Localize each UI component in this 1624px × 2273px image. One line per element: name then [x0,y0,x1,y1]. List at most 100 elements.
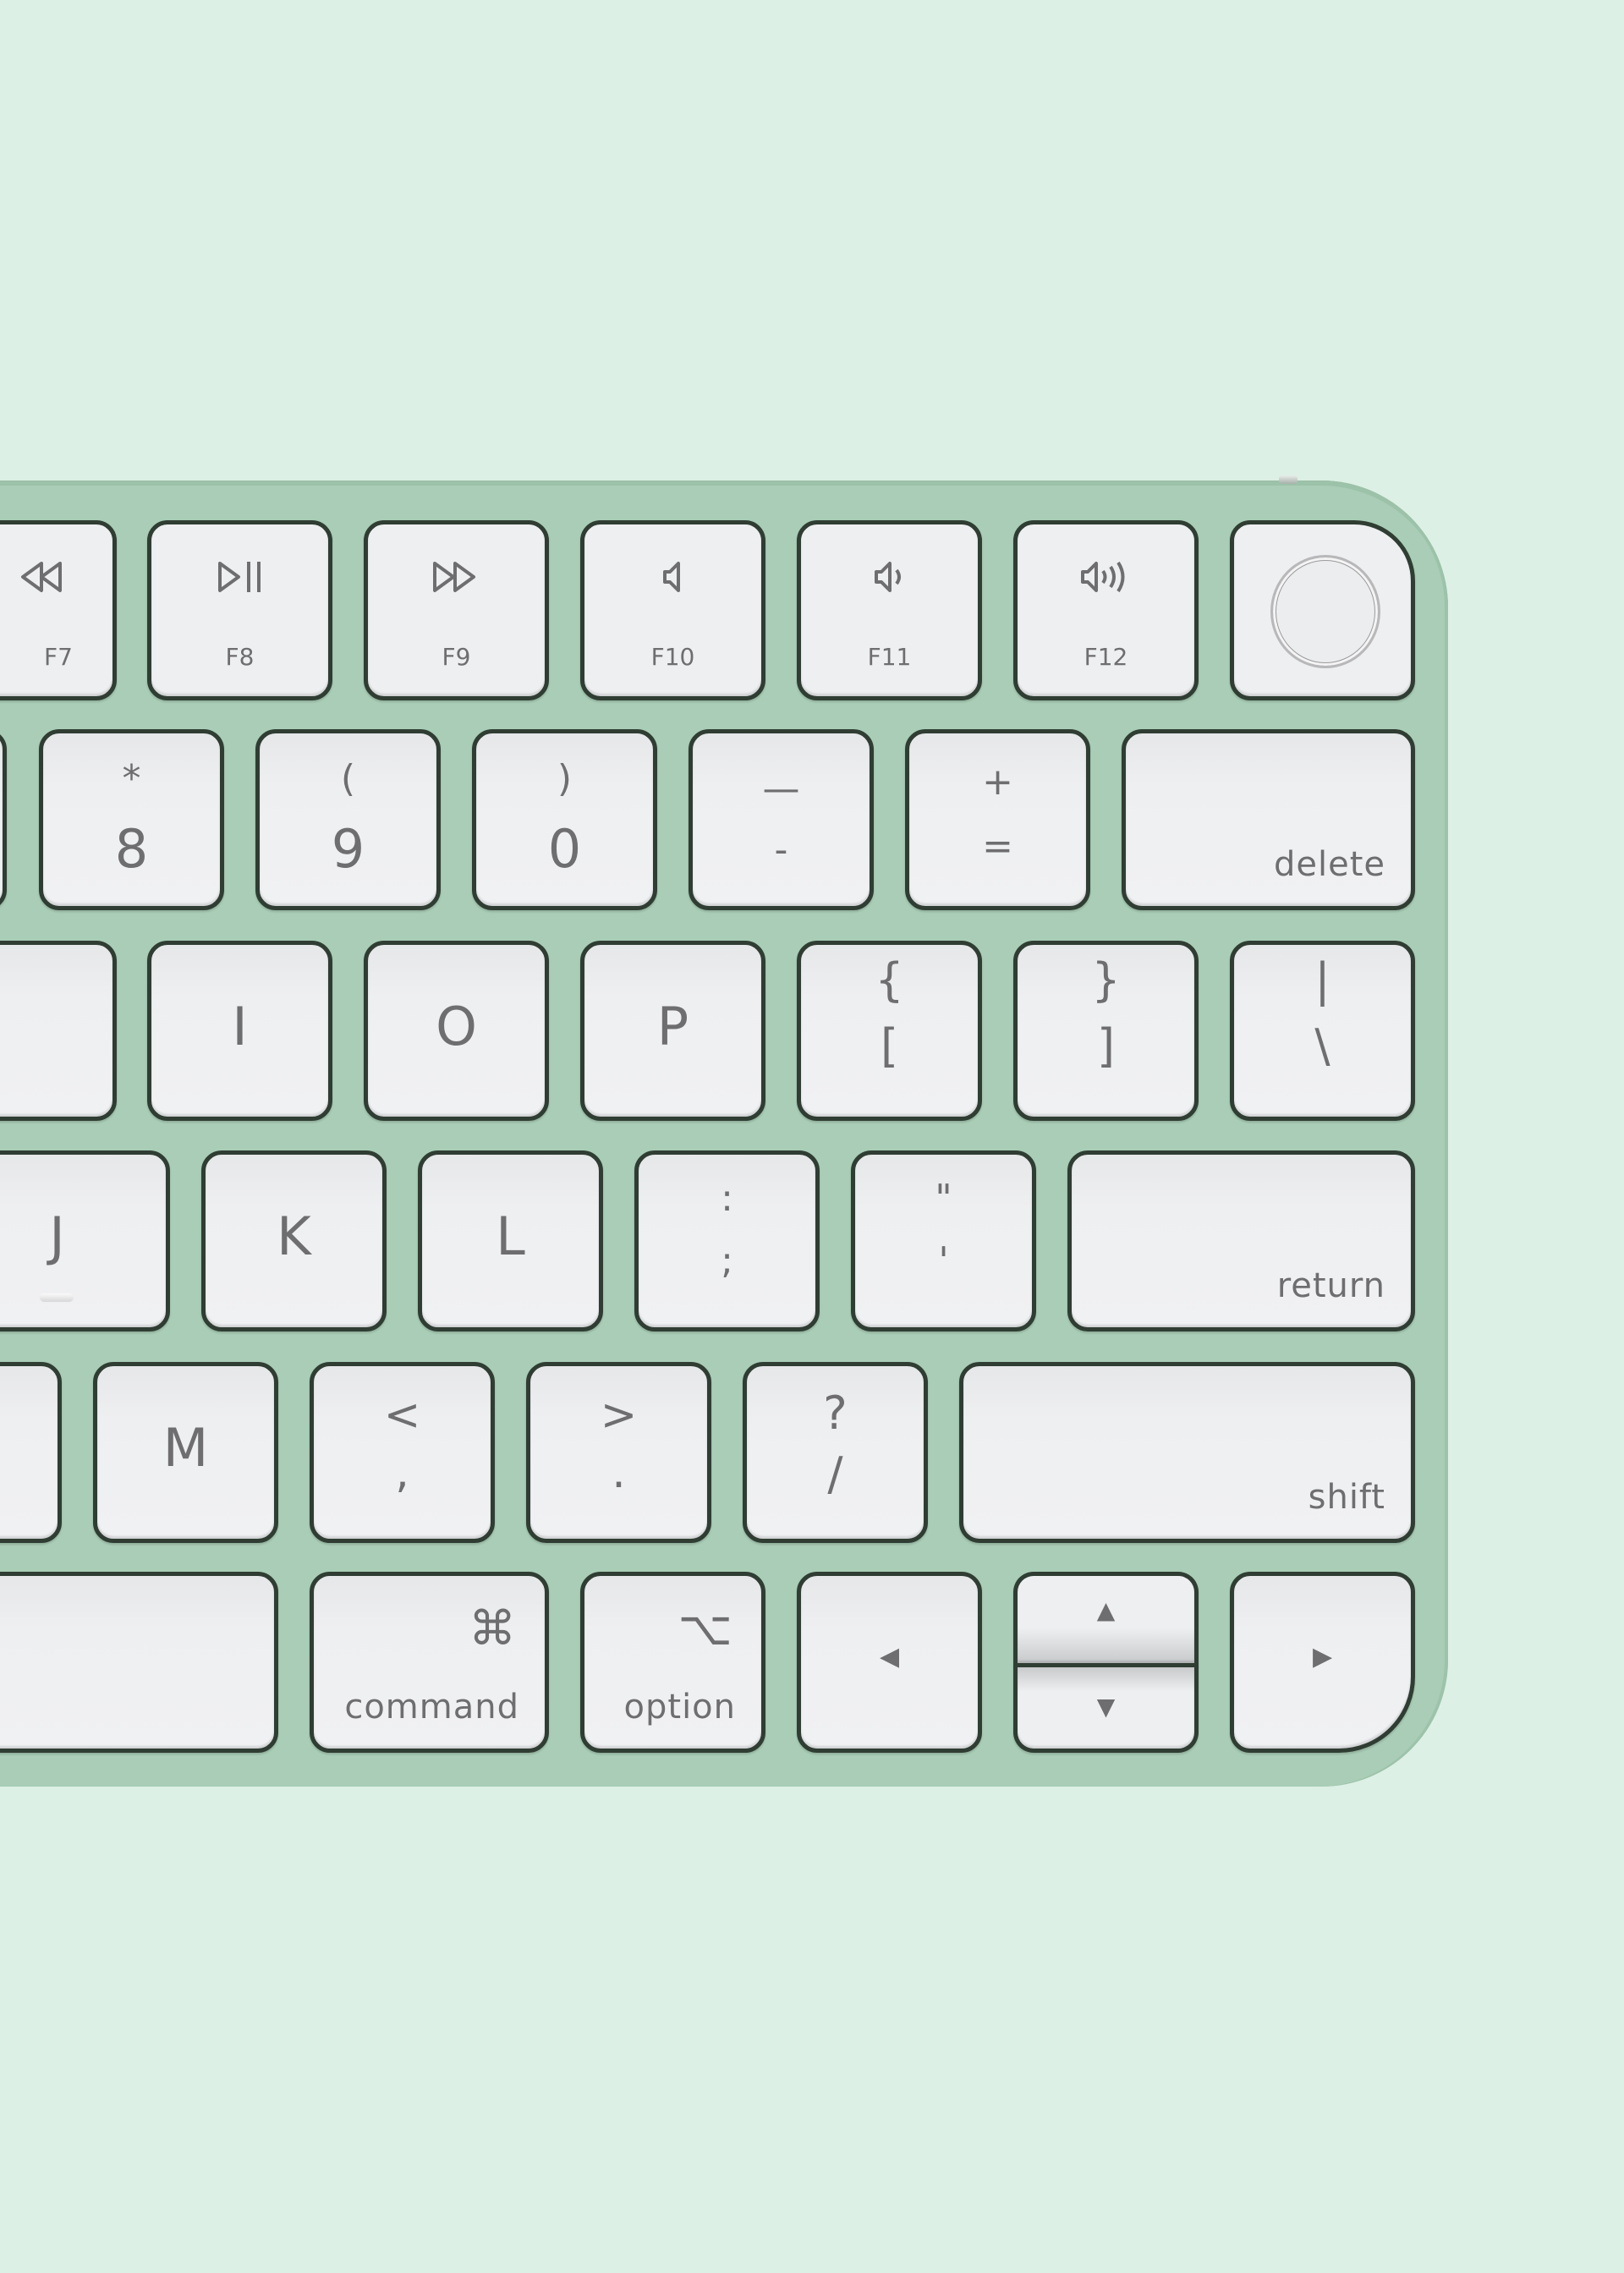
key-j[interactable]: J [0,1150,170,1331]
key-backslash[interactable]: | \ [1230,941,1415,1121]
key-shift-legend: < [383,1390,421,1441]
key-legend: , [395,1447,409,1498]
key-legend: ] [1096,1019,1116,1073]
key-7-partial[interactable] [0,729,7,910]
key-left-bracket[interactable]: { [ [797,941,982,1121]
key-legend: \ [1314,1019,1330,1073]
key-legend: return [1276,1266,1385,1305]
key-shift-legend: ) [557,757,573,800]
key-o[interactable]: O [364,941,549,1121]
key-0[interactable]: ) 0 [472,729,657,910]
key-shift[interactable]: shift [959,1362,1415,1543]
key-legend: P [656,996,689,1057]
key-arrow-left[interactable]: ◀ [797,1572,982,1753]
key-n-partial[interactable] [0,1362,62,1543]
key-f8[interactable]: F8 [147,520,332,700]
arrow-up-down-group: ▲ ▼ [1013,1572,1199,1753]
key-f11[interactable]: F11 [797,520,982,700]
key-legend: J [49,1205,65,1267]
fast-forward-icon [368,558,545,609]
lightning-port [1279,475,1298,484]
volume-up-icon [1018,558,1194,609]
key-legend: [ [880,1019,899,1073]
key-legend: 0 [547,818,582,880]
key-comma[interactable]: < , [310,1362,495,1543]
key-m[interactable]: M [93,1362,278,1543]
key-legend: I [232,996,248,1057]
option-icon: ⌥ [678,1601,732,1656]
home-row-bump [40,1293,74,1302]
key-f12[interactable]: F12 [1013,520,1199,700]
key-right-bracket[interactable]: } ] [1013,941,1199,1121]
key-slash[interactable]: ? / [743,1362,928,1543]
key-f7[interactable]: F7 [0,520,117,700]
key-legend: K [277,1205,311,1267]
key-8[interactable]: * 8 [39,729,224,910]
key-quote[interactable]: " ' [851,1150,1036,1331]
key-shift-legend: : [721,1177,733,1220]
key-label: F10 [650,643,695,671]
key-l[interactable]: L [418,1150,603,1331]
key-delete[interactable]: delete [1122,729,1415,910]
key-label: F8 [225,643,255,671]
key-shift-legend: + [982,760,1013,804]
key-label: F9 [442,643,471,671]
key-label: F7 [44,643,73,671]
key-label: F12 [1084,643,1128,671]
key-arrow-right[interactable]: ▶ [1230,1572,1415,1753]
rewind-icon [0,558,112,609]
key-legend: ' [938,1239,949,1282]
key-legend: 9 [331,818,365,880]
key-semicolon[interactable]: : ; [634,1150,820,1331]
key-shift-legend: — [762,767,800,810]
key-p[interactable]: P [580,941,765,1121]
key-space[interactable] [0,1572,278,1753]
volume-down-icon [801,558,978,609]
arrow-left-icon: ◀ [879,1642,900,1672]
key-shift-legend: } [1091,953,1121,1007]
key-shift-legend: ? [823,1386,848,1440]
key-legend: - [774,828,788,871]
key-shift-legend: " [935,1177,952,1220]
key-u[interactable]: U [0,941,117,1121]
key-arrow-down[interactable]: ▼ [1013,1665,1199,1753]
key-legend: shift [1308,1478,1385,1517]
key-legend: delete [1273,845,1385,884]
key-option[interactable]: ⌥ option [580,1572,765,1753]
key-legend: L [496,1205,525,1267]
key-f9[interactable]: F9 [364,520,549,700]
command-icon: ⌘ [469,1601,516,1656]
key-f10[interactable]: F10 [580,520,765,700]
key-legend: U [0,996,30,1057]
key-label: F11 [867,643,912,671]
key-shift-legend: | [1314,953,1330,1007]
key-minus[interactable]: — - [689,729,874,910]
key-legend: M [162,1417,209,1479]
arrow-up-icon: ▲ [1096,1596,1116,1624]
key-return[interactable]: return [1067,1150,1415,1331]
key-command[interactable]: ⌘ command [310,1572,549,1753]
key-legend: / [827,1447,843,1501]
key-shift-legend: > [600,1390,638,1441]
mute-icon [584,558,761,609]
key-legend: option [623,1688,736,1727]
touch-id-key[interactable] [1230,520,1415,700]
key-shift-legend: { [875,953,904,1007]
arrow-right-icon: ▶ [1312,1642,1333,1672]
key-9[interactable]: ( 9 [255,729,441,910]
key-shift-legend: * [122,757,141,800]
key-shift-legend: ( [340,757,356,800]
key-legend: 8 [114,818,149,880]
touch-id-icon [1270,555,1380,668]
key-arrow-up[interactable]: ▲ [1013,1572,1199,1666]
key-legend: ; [721,1239,733,1282]
key-equals[interactable]: + = [905,729,1090,910]
key-i[interactable]: I [147,941,332,1121]
key-period[interactable]: > . [526,1362,711,1543]
key-legend: . [612,1447,626,1498]
arrow-down-icon: ▼ [1096,1693,1116,1721]
key-legend: command [344,1688,519,1727]
key-k[interactable]: K [201,1150,387,1331]
play-pause-icon [151,558,328,609]
key-legend: = [982,825,1013,868]
